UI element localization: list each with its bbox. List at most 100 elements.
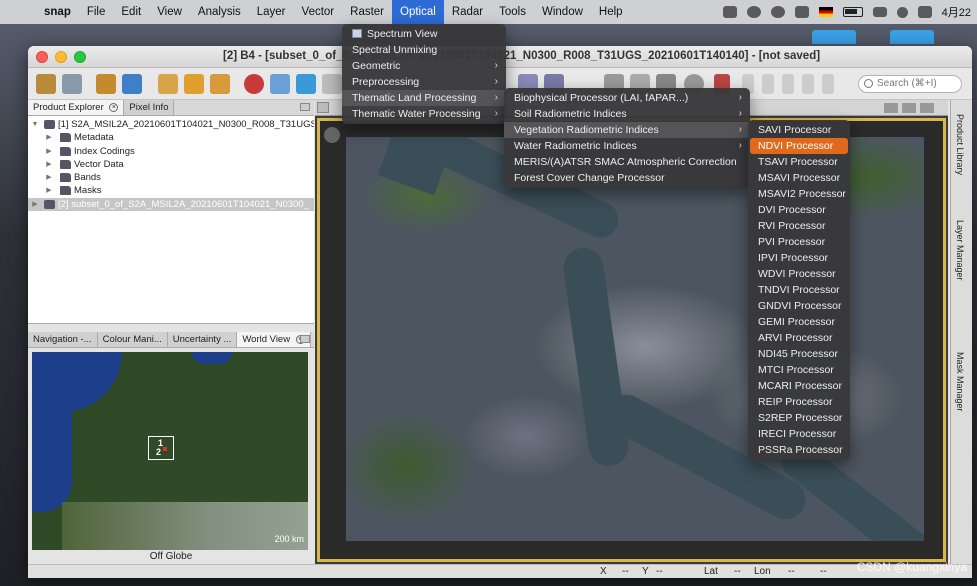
menu-vector[interactable]: Vector <box>294 0 343 24</box>
expand-arrow-icon[interactable]: ▶ <box>30 198 40 211</box>
scroll-left-icon[interactable] <box>884 103 898 113</box>
close-icon[interactable]: × <box>109 102 119 112</box>
navigation-control-icon[interactable] <box>324 127 340 143</box>
show-opened-documents-icon[interactable] <box>920 103 934 113</box>
world-map[interactable]: 1 2 200 km <box>32 352 308 550</box>
menu-radar[interactable]: Radar <box>444 0 491 24</box>
minimize-panel-icon[interactable] <box>300 103 310 111</box>
tab-product-explorer[interactable]: Product Explorer × <box>28 100 125 115</box>
sync-icon[interactable] <box>746 6 761 18</box>
wave-icon[interactable] <box>296 74 316 94</box>
open-product-icon[interactable] <box>36 74 56 94</box>
menu-item-ndvi[interactable]: NDVI Processor <box>750 138 848 154</box>
menu-item-spectral-unmixing[interactable]: Spectral Unmixing <box>342 42 506 58</box>
menu-optical[interactable]: Optical <box>392 0 444 24</box>
menu-item-reip[interactable]: REIP Processor <box>748 394 850 410</box>
menu-item-vegetation-radiometric-indices[interactable]: Vegetation Radiometric Indices › <box>504 122 750 138</box>
tree-node-metadata[interactable]: ▶ Metadata <box>28 131 314 144</box>
menu-item-forest-cover-change[interactable]: Forest Cover Change Processor <box>504 170 750 186</box>
menu-item-geometric[interactable]: Geometric › <box>342 58 506 74</box>
menu-item-wdvi[interactable]: WDVI Processor <box>748 266 850 282</box>
menu-raster[interactable]: Raster <box>342 0 392 24</box>
redo-icon[interactable] <box>122 74 142 94</box>
minimize-panel-icon[interactable] <box>300 335 310 343</box>
menu-item-gndvi[interactable]: GNDVI Processor <box>748 298 850 314</box>
menu-item-dvi[interactable]: DVI Processor <box>748 202 850 218</box>
menu-view[interactable]: View <box>149 0 190 24</box>
menu-item-ireci[interactable]: IRECI Processor <box>748 426 850 442</box>
tree-node-vector-data[interactable]: ▶ Vector Data <box>28 158 314 171</box>
menu-item-preprocessing[interactable]: Preprocessing › <box>342 74 506 90</box>
scroll-right-icon[interactable] <box>902 103 916 113</box>
menu-help[interactable]: Help <box>591 0 631 24</box>
menu-item-pssra[interactable]: PSSRa Processor <box>748 442 850 458</box>
wifi-icon[interactable] <box>872 7 887 17</box>
menu-item-biophysical-processor[interactable]: Biophysical Processor (LAI, fAPAR...) › <box>504 90 750 106</box>
expand-arrow-icon[interactable]: ▶ <box>44 145 54 158</box>
display-icon[interactable] <box>794 6 809 18</box>
menu-item-ndi45[interactable]: NDI45 Processor <box>748 346 850 362</box>
product-footprint[interactable]: 1 2 <box>148 436 174 460</box>
wechat-icon[interactable] <box>722 6 737 18</box>
flag-icon[interactable] <box>818 7 833 17</box>
tree-node-masks[interactable]: ▶ Masks <box>28 184 314 197</box>
menu-app-name[interactable]: snap <box>36 0 79 24</box>
menu-window[interactable]: Window <box>534 0 591 24</box>
menu-item-mtci[interactable]: MTCI Processor <box>748 362 850 378</box>
expand-arrow-icon[interactable]: ▶ <box>44 131 54 144</box>
menu-item-tsavi[interactable]: TSAVI Processor <box>748 154 850 170</box>
menu-item-msavi[interactable]: MSAVI Processor <box>748 170 850 186</box>
zoom-window-button[interactable] <box>74 51 86 63</box>
menu-item-msavi2[interactable]: MSAVI2 Processor <box>748 186 850 202</box>
menu-layer[interactable]: Layer <box>249 0 294 24</box>
expand-arrow-icon[interactable]: ▶ <box>44 171 54 184</box>
tab-pixel-info[interactable]: Pixel Info <box>124 100 175 115</box>
battery-icon[interactable] <box>842 7 863 17</box>
layer-manager-tab[interactable]: Layer Manager <box>955 220 965 281</box>
menu-tools[interactable]: Tools <box>491 0 534 24</box>
search-icon[interactable] <box>896 6 908 18</box>
menu-item-savi[interactable]: SAVI Processor <box>748 122 850 138</box>
menu-edit[interactable]: Edit <box>113 0 149 24</box>
tab-navigation[interactable]: Navigation -... <box>28 332 98 347</box>
undo-icon[interactable] <box>96 74 116 94</box>
menu-item-s2rep[interactable]: S2REP Processor <box>748 410 850 426</box>
layers-icon[interactable] <box>270 74 290 94</box>
chevron-down-icon[interactable] <box>822 74 834 94</box>
menu-item-gemi[interactable]: GEMI Processor <box>748 314 850 330</box>
tree-node-product-1[interactable]: ▼ [1] S2A_MSIL2A_20210601T104021_N0300_R… <box>28 118 314 131</box>
minimize-window-button[interactable] <box>55 51 67 63</box>
tree-node-bands[interactable]: ▶ Bands <box>28 171 314 184</box>
menu-item-spectrum-view[interactable]: Spectrum View <box>342 26 506 42</box>
desktop-folder-icon[interactable] <box>890 30 934 44</box>
menu-item-mcari[interactable]: MCARI Processor <box>748 378 850 394</box>
statistics-icon[interactable] <box>210 74 230 94</box>
chevron-down-icon[interactable] <box>762 74 774 94</box>
product-library-tab[interactable]: Product Library <box>955 114 965 175</box>
menu-item-soil-radiometric-indices[interactable]: Soil Radiometric Indices › <box>504 106 750 122</box>
tab-uncertainty[interactable]: Uncertainty ... <box>167 332 238 347</box>
menu-item-water-radiometric-indices[interactable]: Water Radiometric Indices › <box>504 138 750 154</box>
menu-item-smac-atmospheric-correction[interactable]: MERIS/(A)ATSR SMAC Atmospheric Correctio… <box>504 154 750 170</box>
menu-item-thematic-land-processing[interactable]: Thematic Land Processing › <box>342 90 506 106</box>
menu-item-rvi[interactable]: RVI Processor <box>748 218 850 234</box>
chevron-down-icon[interactable] <box>782 74 794 94</box>
colour-icon[interactable] <box>244 74 264 94</box>
menu-item-thematic-water-processing[interactable]: Thematic Water Processing › <box>342 106 506 122</box>
expand-arrow-icon[interactable]: ▶ <box>44 158 54 171</box>
play-icon[interactable] <box>770 6 785 18</box>
control-center-icon[interactable] <box>917 6 932 18</box>
close-window-button[interactable] <box>36 51 48 63</box>
mask-manager-tab[interactable]: Mask Manager <box>955 352 965 412</box>
tree-node-product-2[interactable]: ▶ [2] subset_0_of_S2A_MSIL2A_20210601T10… <box>28 197 314 212</box>
band-maths-icon[interactable] <box>158 74 178 94</box>
save-product-icon[interactable] <box>62 74 82 94</box>
desktop-folder-icon[interactable] <box>812 30 856 44</box>
menubar-clock[interactable]: 4月22 <box>942 4 971 20</box>
search-input[interactable]: Search (⌘+I) <box>858 75 962 93</box>
tab-colour-manipulation[interactable]: Colour Mani... <box>97 332 168 347</box>
image-view-tab[interactable] <box>317 102 329 113</box>
pin-icon[interactable] <box>322 74 342 94</box>
menu-item-pvi[interactable]: PVI Processor <box>748 234 850 250</box>
expand-arrow-icon[interactable]: ▼ <box>30 118 40 131</box>
